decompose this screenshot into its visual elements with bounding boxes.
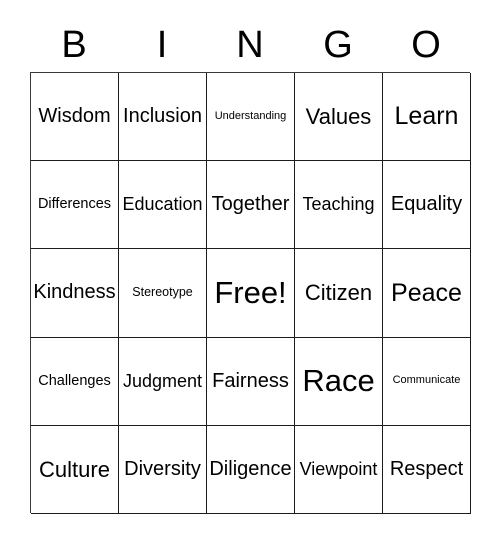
bingo-cell[interactable]: Understanding <box>207 73 295 162</box>
bingo-cell-label: Viewpoint <box>299 458 378 479</box>
bingo-cell[interactable]: Inclusion <box>119 73 207 162</box>
bingo-cell-label: Communicate <box>392 374 461 387</box>
bingo-cell-label: Values <box>305 104 372 130</box>
bingo-cell[interactable]: Equality <box>383 161 471 250</box>
bingo-grid: Wisdom Inclusion Understanding Values Learn D… <box>30 72 471 514</box>
bingo-header-letter-o: O <box>411 24 441 66</box>
bingo-cell-label: Peace <box>391 278 462 307</box>
bingo-cell[interactable]: Challenges <box>31 337 119 426</box>
bingo-cell[interactable]: Education <box>119 161 207 250</box>
bingo-cell[interactable]: Stereotype <box>119 249 207 338</box>
bingo-cell[interactable]: Diligence <box>207 425 295 514</box>
bingo-cell-label: Respect <box>389 457 464 480</box>
bingo-header-letter-g: G <box>323 24 353 66</box>
bingo-cell-label: Together <box>211 193 290 216</box>
bingo-header-letter-n: N <box>236 24 264 66</box>
bingo-header-letter-b: B <box>61 24 87 66</box>
bingo-cell[interactable]: Communicate <box>383 337 471 426</box>
bingo-cell-label: Diversity <box>124 457 201 480</box>
bingo-cell-label: Kindness <box>33 281 116 304</box>
bingo-cell-label: Inclusion <box>123 105 202 128</box>
bingo-cell-label: Citizen <box>304 280 373 306</box>
bingo-cell-label: Culture <box>39 456 110 482</box>
bingo-cell-label: Stereotype <box>132 285 193 300</box>
bingo-cell[interactable]: Culture <box>31 425 119 514</box>
bingo-cell[interactable]: Teaching <box>295 161 383 250</box>
bingo-cell-label: Differences <box>37 196 112 213</box>
bingo-cell-label: Challenges <box>38 372 111 389</box>
bingo-cell[interactable]: Respect <box>383 425 471 514</box>
bingo-header-letter-i: I <box>156 24 168 66</box>
bingo-cell-label: Race <box>302 362 375 398</box>
bingo-cell[interactable]: Peace <box>383 249 471 338</box>
bingo-cell[interactable]: Diversity <box>119 425 207 514</box>
bingo-cell[interactable]: Values <box>295 73 383 162</box>
bingo-cell[interactable]: Fairness <box>207 337 295 426</box>
bingo-cell-label: Education <box>122 194 203 215</box>
bingo-cell-label: Wisdom <box>38 105 111 128</box>
bingo-cell[interactable]: Citizen <box>295 249 383 338</box>
bingo-header-row: BINGO <box>30 18 470 72</box>
bingo-cell-label: Teaching <box>302 194 375 215</box>
bingo-cell-label: Judgment <box>122 370 203 391</box>
bingo-cell[interactable]: Viewpoint <box>295 425 383 514</box>
bingo-cell-label: Fairness <box>212 369 289 392</box>
bingo-cell[interactable]: Wisdom <box>31 73 119 162</box>
bingo-cell[interactable]: Kindness <box>31 249 119 338</box>
bingo-cell-label: Learn <box>394 102 459 131</box>
bingo-cell-label: Free! <box>214 274 287 310</box>
bingo-cell[interactable]: Race <box>295 337 383 426</box>
bingo-cell[interactable]: Differences <box>31 161 119 250</box>
bingo-cell-label: Understanding <box>214 109 287 122</box>
bingo-cell[interactable]: Judgment <box>119 337 207 426</box>
bingo-cell-label: Equality <box>390 193 463 216</box>
bingo-cell-free-space[interactable]: Free! <box>207 249 295 338</box>
bingo-cell[interactable]: Learn <box>383 73 471 162</box>
bingo-cell-label: Diligence <box>209 457 292 480</box>
bingo-cell[interactable]: Together <box>207 161 295 250</box>
bingo-card: B I N G O Wisdom Inclusion Understanding Values… <box>0 0 500 544</box>
